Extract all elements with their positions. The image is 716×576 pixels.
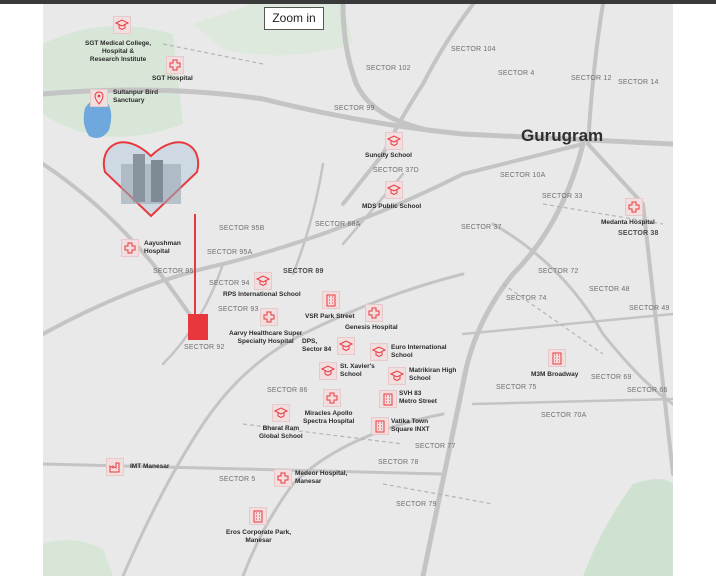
sector-label: SECTOR 66 xyxy=(627,387,668,394)
green-area xyxy=(43,540,113,576)
map-canvas[interactable]: Gurugram SECTOR 104 SECTOR 102 SECTOR 4 … xyxy=(43,4,673,576)
hospital-hand-icon[interactable] xyxy=(121,239,139,257)
building-icon[interactable] xyxy=(322,291,340,309)
hospital-hand-icon[interactable] xyxy=(365,304,383,322)
sector-label: SECTOR 37 xyxy=(461,224,502,231)
sector-label: SECTOR 94 xyxy=(209,280,250,287)
poi-label-medeor: Medeor Hospital, Manesar xyxy=(295,470,348,485)
sector-label: SECTOR 10A xyxy=(500,172,546,179)
sector-label: SECTOR 102 xyxy=(366,65,411,72)
sector-label: SECTOR 4 xyxy=(498,70,535,77)
sector-label: SECTOR 48 xyxy=(589,286,630,293)
poi-label-bharatram: Bharat Ram Global School xyxy=(259,425,303,440)
graduation-cap-icon[interactable] xyxy=(113,16,131,34)
sector-label: SECTOR 38 xyxy=(618,230,659,237)
green-area xyxy=(583,479,673,576)
sector-label: SECTOR 69 xyxy=(591,374,632,381)
poi-label-miracles: Miracles Apollo Spectra Hospital xyxy=(303,410,355,425)
hospital-hand-icon[interactable] xyxy=(260,308,278,326)
sector-label: SECTOR 14 xyxy=(618,79,659,86)
sector-label: SECTOR 104 xyxy=(451,46,496,53)
poi-label-sultanpur: Sultanpur Bird Sanctuary xyxy=(113,89,159,104)
poi-label-vsr: VSR Park Street xyxy=(305,313,355,320)
poi-label-sgt-college: SGT Medical College, Hospital & Research… xyxy=(85,40,152,63)
city-label: Gurugram xyxy=(521,126,604,145)
sector-label: SECTOR 12 xyxy=(571,75,612,82)
building-icon[interactable] xyxy=(371,417,389,435)
project-location-marker[interactable] xyxy=(188,314,208,340)
poi-label-eros: Eros Corporate Park, Manesar xyxy=(226,529,292,544)
zoom-in-button[interactable]: Zoom in xyxy=(264,7,324,30)
sector-label: SECTOR 5 xyxy=(219,476,256,483)
building-icon[interactable] xyxy=(548,349,566,367)
sector-label: SECTOR 74 xyxy=(506,295,547,302)
graduation-cap-icon[interactable] xyxy=(319,362,337,380)
sector-label: SECTOR 49 xyxy=(629,305,670,312)
sector-label: SECTOR 93 xyxy=(218,306,259,313)
graduation-cap-icon[interactable] xyxy=(385,132,403,150)
sector-label: SECTOR 95A xyxy=(207,249,253,256)
poi-label-mds: MDS Public School xyxy=(362,203,422,210)
poi-label-m3m: M3M Broadway xyxy=(531,371,579,378)
sector-label: SECTOR 78 xyxy=(378,459,419,466)
graduation-cap-icon[interactable] xyxy=(272,404,290,422)
hospital-hand-icon[interactable] xyxy=(323,389,341,407)
sector-label: SECTOR 37D xyxy=(373,167,419,174)
hospital-hand-icon[interactable] xyxy=(625,198,643,216)
poi-label-aayushman: Aayushman Hospital xyxy=(144,240,181,255)
graduation-cap-icon[interactable] xyxy=(370,343,388,361)
poi-label-rps: RPS International School xyxy=(223,291,301,298)
poi-label-aarvy: Aarvy Healthcare Super Specialty Hospita… xyxy=(229,330,303,345)
location-pin-icon[interactable] xyxy=(90,89,108,107)
poi-label-stxaviers: St. Xavier's School xyxy=(340,363,375,378)
poi-label-matrikiran: Matrikiran High School xyxy=(409,367,457,382)
poi-label-dps: DPS, Sector 84 xyxy=(302,338,332,353)
graduation-cap-icon[interactable] xyxy=(254,272,272,290)
sector-label: SECTOR 33 xyxy=(542,193,583,200)
sector-label: SECTOR 70A xyxy=(541,412,587,419)
graduation-cap-icon[interactable] xyxy=(388,367,406,385)
building-icon[interactable] xyxy=(249,507,267,525)
graduation-cap-icon[interactable] xyxy=(337,337,355,355)
sector-label: SECTOR 86 xyxy=(267,387,308,394)
poi-label-vatika: Vatika Town Square INXT xyxy=(391,418,430,433)
poi-label-sgt-hospital: SGT Hospital xyxy=(152,75,193,82)
factory-icon[interactable] xyxy=(106,458,124,476)
poi-label-svh83: SVH 83 Metro Street xyxy=(399,390,437,405)
poi-label-imt: IMT Manesar xyxy=(130,463,170,470)
sector-label: SECTOR 88A xyxy=(315,221,361,228)
poi-label-medanta: Medanta Hospital xyxy=(601,219,655,226)
graduation-cap-icon[interactable] xyxy=(385,181,403,199)
poi-label-euro: Euro International School xyxy=(391,344,447,359)
sector-label: SECTOR 89 xyxy=(283,268,324,275)
sector-label: SECTOR 95 xyxy=(153,268,194,275)
poi-label-suncity: Suncity School xyxy=(365,152,412,159)
sector-label: SECTOR 77 xyxy=(415,443,456,450)
building-icon[interactable] xyxy=(379,390,397,408)
sector-label: SECTOR 92 xyxy=(184,344,225,351)
hospital-hand-icon[interactable] xyxy=(274,469,292,487)
sector-label: SECTOR 95B xyxy=(219,225,265,232)
sector-label: SECTOR 72 xyxy=(538,268,579,275)
hospital-hand-icon[interactable] xyxy=(166,56,184,74)
sector-label: SECTOR 79 xyxy=(396,501,437,508)
sector-label: SECTOR 99 xyxy=(334,105,375,112)
poi-label-genesis: Genesis Hospital xyxy=(345,324,398,331)
sector-label: SECTOR 75 xyxy=(496,384,537,391)
